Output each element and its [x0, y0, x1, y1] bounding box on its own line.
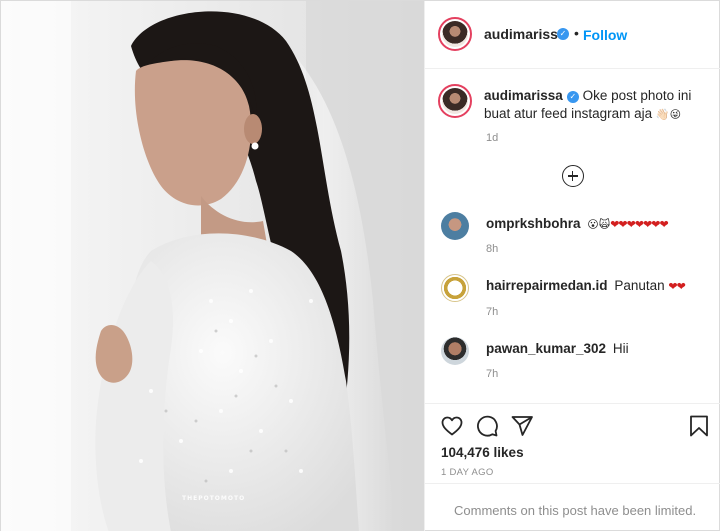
comment-text: Hii — [612, 341, 629, 356]
comment-icon[interactable] — [475, 414, 499, 438]
comment-text: 😮🙀 — [587, 219, 611, 231]
likes-count[interactable]: 104,476 likes — [441, 445, 524, 460]
post-header: audimarissa ✓ • Follow — [425, 1, 720, 69]
photo-watermark: THEPOTOMOTO — [182, 495, 246, 502]
comment-avatar[interactable] — [441, 274, 469, 302]
caption-timestamp[interactable]: 1d — [486, 132, 498, 144]
photo-illustration — [1, 1, 424, 531]
verified-badge-icon: ✓ — [557, 28, 569, 40]
verified-badge-icon: ✓ — [566, 91, 579, 103]
post-date[interactable]: 1 DAY AGO — [441, 467, 494, 478]
comment-text: Panutan — [614, 278, 665, 293]
comment-username[interactable]: hairrepairmedan.id — [486, 278, 608, 293]
avatar-image — [442, 21, 468, 47]
caption-avatar[interactable] — [438, 84, 472, 118]
post-caption: audimarissa ✓ Oke post photo ini buat atu… — [484, 87, 714, 124]
post-frame: THEPOTOMOTO audimarissa ✓ • Follow audim… — [0, 0, 720, 531]
comment-avatar[interactable] — [441, 337, 469, 365]
load-more-comments-icon[interactable] — [562, 165, 584, 187]
comment-hearts: ❤❤ — [668, 281, 685, 293]
comment-item: omprkshbohra 😮🙀❤❤❤❤❤❤❤ — [486, 216, 669, 231]
author-avatar[interactable] — [438, 17, 472, 51]
follow-button[interactable]: Follow — [583, 27, 627, 43]
comment-item: pawan_kumar_302 Hii — [486, 341, 629, 356]
post-photo[interactable]: THEPOTOMOTO — [1, 1, 424, 531]
header-separator: • — [574, 25, 579, 41]
comment-timestamp: 8h — [486, 243, 499, 255]
action-bar: 104,476 likes 1 DAY AGO — [425, 403, 720, 483]
avatar-image — [442, 88, 468, 114]
comment-item: hairrepairmedan.id Panutan ❤❤ — [486, 278, 686, 293]
comment-username[interactable]: omprkshbohra — [486, 216, 581, 231]
comment-username[interactable]: pawan_kumar_302 — [486, 341, 606, 356]
caption-emoji: 👋🏻😜 — [655, 109, 682, 121]
comments-limited-notice: Comments on this post have been limited. — [425, 483, 720, 531]
caption-username[interactable]: audimarissa — [484, 88, 563, 103]
comments-limited-text: Comments on this post have been limited. — [454, 503, 697, 518]
comment-timestamp: 7h — [486, 368, 499, 380]
heart-icon[interactable] — [440, 414, 464, 438]
author-username[interactable]: audimarissa — [484, 26, 566, 42]
share-icon[interactable] — [510, 414, 534, 438]
bookmark-icon[interactable] — [687, 414, 711, 438]
post-side-panel: audimarissa ✓ • Follow audimarissa ✓ Oke … — [424, 1, 720, 531]
comment-avatar[interactable] — [441, 212, 469, 240]
comment-timestamp: 7h — [486, 306, 499, 318]
comment-hearts: ❤❤❤❤❤❤❤ — [610, 219, 669, 231]
